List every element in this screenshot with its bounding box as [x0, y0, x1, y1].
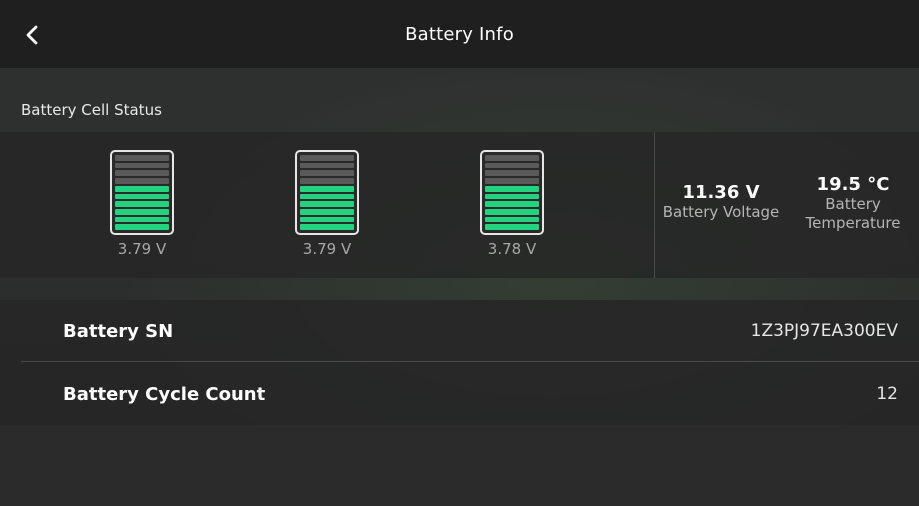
cell-level-gauge: [295, 150, 359, 235]
cell-level-segment: [300, 224, 354, 231]
cell-voltage: 3.78 V: [487, 240, 537, 258]
header-bar: Battery Info: [0, 0, 919, 68]
cell-level-segment: [300, 178, 354, 184]
cell-level-segment: [300, 208, 354, 215]
battery-temperature-value: 19.5 °C: [816, 174, 890, 195]
cell-level-segment: [300, 162, 354, 169]
cell-level-segment: [485, 185, 539, 192]
info-row-value: 1Z3PJ97EA300EV: [750, 321, 898, 341]
battery-voltage-label: Battery Voltage: [662, 203, 780, 221]
cell-level-segment: [485, 193, 539, 200]
cell-level-segment: [485, 216, 539, 223]
cell-level-segment: [485, 178, 539, 184]
battery-temperature-label-2: Temperature: [805, 214, 901, 232]
cell-level-gauge: [480, 150, 544, 235]
battery-voltage-value: 11.36 V: [682, 182, 760, 203]
battery-cell-3: 3.78 V: [480, 150, 544, 258]
info-row-serial-number: Battery SN 1Z3PJ97EA300EV: [21, 300, 919, 362]
cell-level-segment: [115, 216, 169, 223]
cell-level-segment: [300, 216, 354, 223]
cell-level-segment: [115, 178, 169, 184]
info-row-label: Battery Cycle Count: [63, 383, 266, 405]
cell-level-segment: [115, 208, 169, 215]
battery-cell-1: 3.79 V: [110, 150, 174, 258]
panel-divider: [654, 132, 655, 278]
cell-level-segment: [115, 193, 169, 200]
battery-temperature-label-1: Battery: [825, 195, 881, 213]
cell-level-segment: [485, 208, 539, 215]
cell-level-segment: [300, 201, 354, 207]
cell-level-segment: [485, 162, 539, 169]
info-row-value: 12: [876, 384, 898, 404]
row-divider: [21, 361, 919, 362]
bottom-empty-area: [0, 425, 919, 506]
cell-status-panel: 3.79 V 3.79 V 3.78 V 11.36 V Battery Vol…: [0, 132, 919, 278]
cell-level-segment: [115, 185, 169, 192]
cell-level-segment: [485, 224, 539, 231]
info-row-cycle-count: Battery Cycle Count 12: [21, 363, 919, 425]
section-label-cell-status: Battery Cell Status: [21, 101, 162, 119]
battery-info-list: Battery SN 1Z3PJ97EA300EV Battery Cycle …: [0, 300, 919, 425]
cell-voltage: 3.79 V: [302, 240, 352, 258]
cell-level-segment: [115, 201, 169, 207]
cell-level-segment: [115, 224, 169, 231]
info-row-label: Battery SN: [63, 320, 174, 342]
cell-level-segment: [115, 170, 169, 177]
cell-level-segment: [300, 155, 354, 161]
back-button[interactable]: [14, 17, 50, 53]
battery-cell-2: 3.79 V: [295, 150, 359, 258]
cell-level-segment: [485, 201, 539, 207]
cell-level-segment: [115, 155, 169, 161]
cell-level-segment: [485, 155, 539, 161]
chevron-left-icon: [26, 25, 38, 45]
battery-voltage-stat: 11.36 V Battery Voltage: [656, 182, 786, 222]
page-title: Battery Info: [405, 23, 514, 45]
cell-level-segment: [115, 162, 169, 169]
cell-level-gauge: [110, 150, 174, 235]
cell-level-segment: [485, 170, 539, 177]
battery-temperature-stat: 19.5 °C Battery Temperature: [798, 174, 908, 233]
cell-level-segment: [300, 185, 354, 192]
cell-level-segment: [300, 193, 354, 200]
cell-voltage: 3.79 V: [117, 240, 167, 258]
cell-level-segment: [300, 170, 354, 177]
